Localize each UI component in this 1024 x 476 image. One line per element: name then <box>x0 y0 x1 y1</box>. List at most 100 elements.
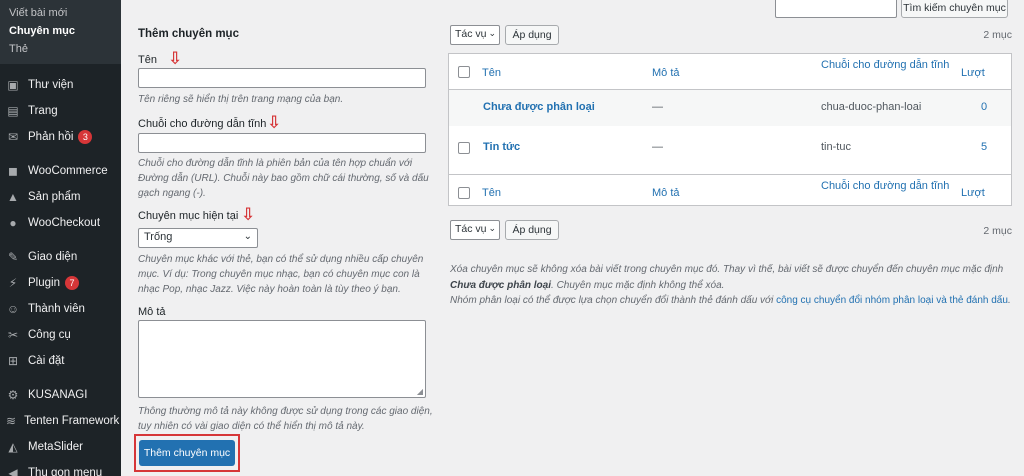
arrow-down-icon: ⇩ <box>267 113 282 132</box>
collapse-icon: ◀ <box>8 466 18 476</box>
bulk-action-value: Tác vụ <box>455 223 487 235</box>
bulk-action-select-top[interactable]: Tác vụ ⌄ <box>450 25 500 45</box>
sidebar-item-woocheckout[interactable]: ● WooCheckout <box>0 210 121 236</box>
name-help: Tên riêng sẽ hiển thị trên trang mạng củ… <box>138 94 344 105</box>
converter-link[interactable]: công cụ chuyển đổi nhóm phân loại và thẻ… <box>776 295 1008 306</box>
column-name-footer[interactable]: Tên <box>482 187 501 199</box>
posts-submenu: Viết bài mới Chuyên mục Thẻ <box>0 0 121 64</box>
sidebar-item-label: WooCommerce <box>28 165 108 177</box>
sidebar-item-label: Phản hồi <box>28 131 74 143</box>
description-help: Thông thường mô tả này không được sử dụn… <box>138 406 433 432</box>
select-all-checkbox[interactable] <box>458 66 470 78</box>
submenu-item-new-post[interactable]: Viết bài mới <box>0 4 121 22</box>
arrow-down-icon: ⇩ <box>168 49 183 68</box>
sidebar-item-settings[interactable]: ⊞ Cài đặt <box>0 348 121 374</box>
bulk-action-value: Tác vụ <box>455 28 487 40</box>
column-slug-footer[interactable]: Chuỗi cho đường dẫn tĩnh <box>821 180 949 192</box>
convert-note: Nhóm phân loại có thể được lựa chọn chuy… <box>450 293 1015 309</box>
submenu-item-tags[interactable]: Thẻ <box>0 40 121 58</box>
column-slug[interactable]: Chuỗi cho đường dẫn tĩnh <box>821 59 949 71</box>
sidebar-item-plugins[interactable]: ⚡ Plugin 7 <box>0 270 121 296</box>
sidebar-item-products[interactable]: ▲ Sản phẩm <box>0 184 121 210</box>
form-title: Thêm chuyên mục <box>138 28 239 40</box>
kusanagi-icon: ⚙ <box>7 388 19 402</box>
users-icon: ☺ <box>6 302 20 316</box>
note-text: . <box>1007 295 1011 306</box>
category-slug: chua-duoc-phan-loai <box>821 101 922 113</box>
column-count-footer[interactable]: Lượt <box>961 187 985 199</box>
sidebar-item-appearance[interactable]: ✎ Giao diện <box>0 244 121 270</box>
note-default-category: Chưa được phân loại <box>450 280 552 291</box>
row-checkbox[interactable] <box>458 142 470 154</box>
table-row: Chưa được phân loại — chua-duoc-phan-loa… <box>449 90 1011 126</box>
resize-grip-icon[interactable]: ◢ <box>417 387 423 396</box>
bulk-action-select-bottom[interactable]: Tác vụ ⌄ <box>450 220 500 240</box>
sidebar-item-label: Thu gọn menu <box>28 467 103 476</box>
sidebar-item-label: Cài đặt <box>28 355 65 367</box>
chevron-down-icon: ⌄ <box>488 28 496 38</box>
note-text: . Chuyên mục mặc định không thể xóa. <box>551 280 725 291</box>
plugins-count-badge: 7 <box>64 276 79 290</box>
column-description[interactable]: Mô tả <box>652 67 680 79</box>
sidebar-item-users[interactable]: ☺ Thành viên <box>0 296 121 322</box>
slug-label: Chuỗi cho đường dẫn tĩnh <box>138 118 267 130</box>
select-all-checkbox-footer[interactable] <box>458 187 470 199</box>
sidebar-item-kusanagi[interactable]: ⚙ KUSANAGI <box>0 382 121 408</box>
sidebar-item-metaslider[interactable]: ◭ MetaSlider <box>0 434 121 460</box>
sidebar-item-label: Sản phẩm <box>28 191 81 203</box>
table-footer: Tên Mô tả Chuỗi cho đường dẫn tĩnh Lượt <box>449 174 1011 206</box>
category-name-link[interactable]: Tin tức <box>483 141 520 153</box>
sidebar-item-woocommerce[interactable]: ◼ WooCommerce <box>0 158 121 184</box>
slug-help: Chuỗi cho đường dẫn tĩnh là phiên bản củ… <box>138 158 429 199</box>
note-text: Nhóm phân loại có thể được lựa chọn chuy… <box>450 295 774 306</box>
submit-highlight: Thêm chuyên mục <box>134 434 240 472</box>
arrow-down-icon: ⇩ <box>241 205 256 224</box>
page-icon: ▤ <box>7 104 19 118</box>
apply-button-top[interactable]: Áp dụng <box>505 25 559 45</box>
sidebar-item-collapse[interactable]: ◀ Thu gọn menu <box>0 460 121 476</box>
categories-table: Tên Mô tả Chuỗi cho đường dẫn tĩnh Lượt … <box>448 53 1012 206</box>
sidebar-item-label: Plugin <box>28 277 60 289</box>
search-categories-button[interactable]: Tìm kiếm chuyên mục <box>901 0 1008 18</box>
name-input[interactable] <box>138 68 426 88</box>
parent-category-select[interactable]: Trống ⌄ <box>138 228 258 248</box>
column-description-footer[interactable]: Mô tả <box>652 187 680 199</box>
category-name-link[interactable]: Chưa được phân loại <box>483 101 595 113</box>
name-label: Tên <box>138 54 157 66</box>
category-count-link[interactable]: 5 <box>981 141 987 153</box>
sidebar-item-tools[interactable]: ✂ Công cụ <box>0 322 121 348</box>
sidebar-item-label: Trang <box>28 105 58 117</box>
sidebar-item-label: Tenten Framework <box>24 415 120 427</box>
sidebar-item-label: MetaSlider <box>28 441 83 453</box>
column-name[interactable]: Tên <box>482 67 501 79</box>
slug-input[interactable] <box>138 133 426 153</box>
sidebar-item-comments[interactable]: ✉ Phản hồi 3 <box>0 124 121 150</box>
comments-icon: ✉ <box>7 130 19 144</box>
sidebar-item-label: WooCheckout <box>28 217 101 229</box>
category-count-link[interactable]: 0 <box>981 101 987 113</box>
sidebar-item-label: Thư viện <box>28 79 74 91</box>
sidebar-item-media[interactable]: ▣ Thư viện <box>0 72 121 98</box>
add-category-button[interactable]: Thêm chuyên mục <box>139 440 235 466</box>
sidebar-item-tenten[interactable]: ≋ Tenten Framework <box>0 408 121 434</box>
sidebar-item-pages[interactable]: ▤ Trang <box>0 98 121 124</box>
submenu-item-categories[interactable]: Chuyên mục <box>0 22 121 40</box>
sidebar-item-label: KUSANAGI <box>28 389 88 401</box>
sidebar-item-label: Thành viên <box>28 303 85 315</box>
category-description: — <box>652 101 663 113</box>
parent-help: Chuyên mục khác với thẻ, bạn có thể sử d… <box>138 254 424 295</box>
search-input[interactable] <box>775 0 897 18</box>
sidebar-item-label: Giao diện <box>28 251 78 263</box>
item-count-bottom: 2 mục <box>983 225 1012 237</box>
chevron-down-icon: ⌄ <box>243 231 252 242</box>
column-count[interactable]: Lượt <box>961 67 985 79</box>
sidebar-item-label: Công cụ <box>28 329 71 341</box>
apply-button-bottom[interactable]: Áp dụng <box>505 220 559 240</box>
item-count-top: 2 mục <box>983 29 1012 41</box>
settings-icon: ⊞ <box>7 354 19 368</box>
description-textarea[interactable]: ◢ <box>138 320 426 398</box>
media-icon: ▣ <box>7 78 19 92</box>
parent-label: Chuyên mục hiện tại <box>138 210 239 222</box>
woocommerce-icon: ◼ <box>8 164 18 178</box>
tools-icon: ✂ <box>7 328 19 342</box>
